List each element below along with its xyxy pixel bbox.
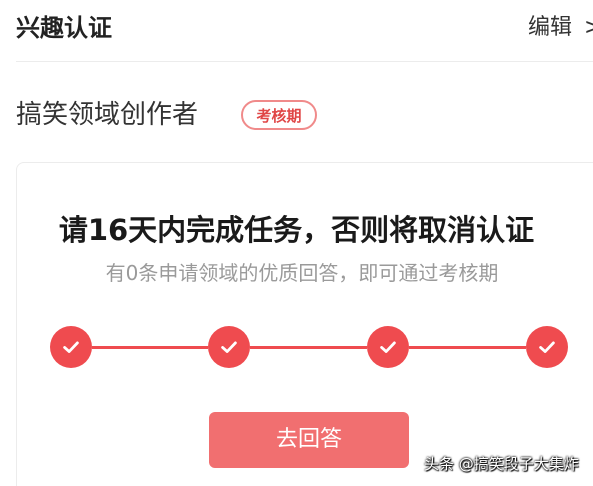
chevron-right-icon[interactable]: > xyxy=(584,10,593,46)
check-icon xyxy=(539,341,555,353)
check-icon xyxy=(221,341,237,353)
progress-connector xyxy=(250,346,367,349)
progress-step-4 xyxy=(526,326,568,368)
section-title: 搞笑领域创作者 xyxy=(16,100,199,130)
edit-button[interactable]: 编辑 xyxy=(528,10,572,46)
status-badge: 考核期 xyxy=(241,100,317,130)
task-subtitle: 有0条申请领域的优质回答，即可通过考核期 xyxy=(105,261,499,285)
progress-step-3 xyxy=(367,326,409,368)
progress-connector xyxy=(409,346,526,349)
page-title: 兴趣认证 xyxy=(16,14,112,42)
watermark: 头条 @搞笑段子大集炸 xyxy=(424,455,579,473)
progress-connector xyxy=(92,346,208,349)
progress-step-2 xyxy=(208,326,250,368)
progress-step-1 xyxy=(50,326,92,368)
header-bar: 兴趣认证 编辑 > xyxy=(0,0,593,60)
answer-button[interactable]: 去回答 xyxy=(209,412,409,468)
header-divider xyxy=(16,61,593,62)
task-title: 请16天内完成任务，否则将取消认证 xyxy=(58,213,535,247)
check-icon xyxy=(63,341,79,353)
check-icon xyxy=(380,341,396,353)
interest-certification-page: 兴趣认证 编辑 > 搞笑领域创作者 考核期 请16天内完成任务，否则将取消认证 … xyxy=(0,0,593,486)
